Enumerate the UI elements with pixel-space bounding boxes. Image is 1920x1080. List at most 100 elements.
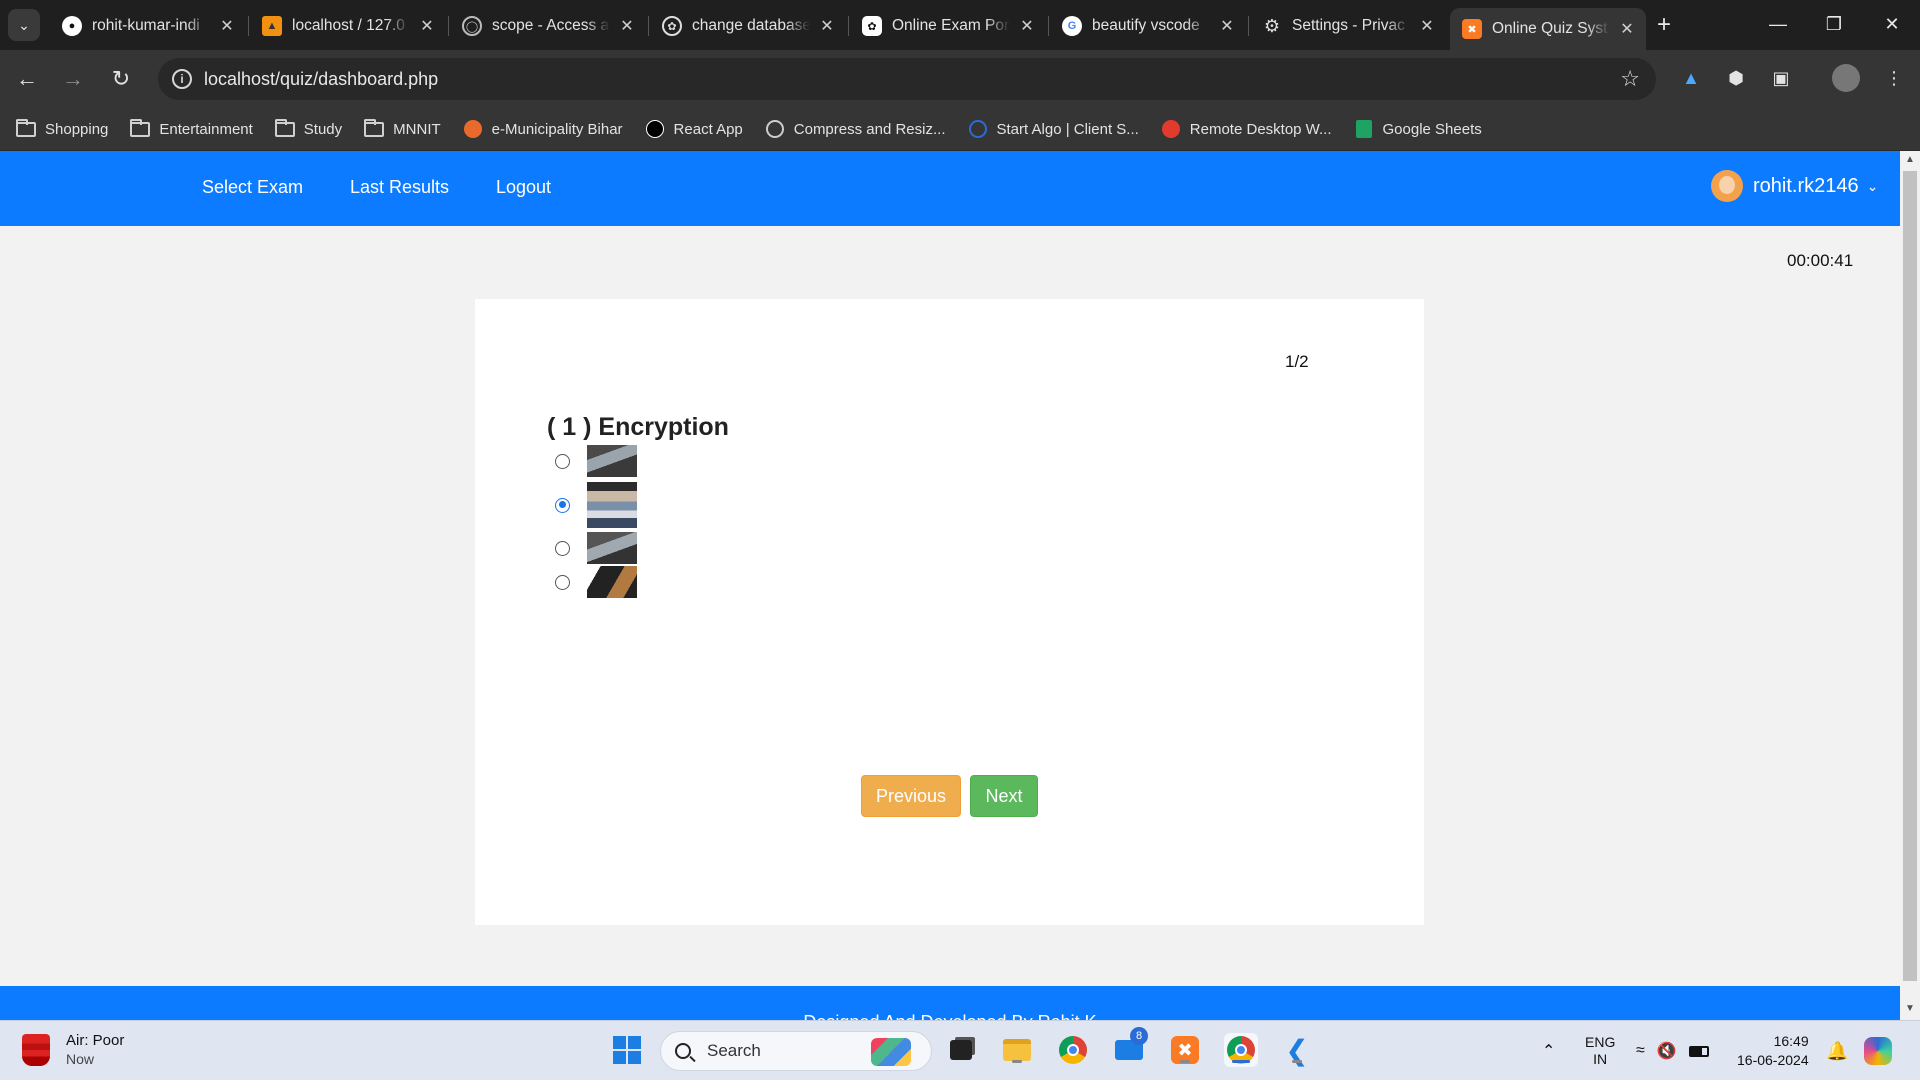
bookmark-remote-desktop[interactable]: Remote Desktop W... [1161, 120, 1332, 138]
next-button[interactable]: Next [970, 775, 1038, 817]
option-3[interactable] [555, 532, 637, 564]
new-tab-button[interactable]: + [1650, 12, 1678, 40]
github-icon: ● [62, 16, 82, 36]
close-tab-icon[interactable]: ✕ [618, 16, 636, 36]
back-button[interactable]: ← [12, 64, 42, 94]
tab-online-exam-portal[interactable]: ✿ Online Exam Por ✕ [850, 8, 1046, 44]
browser-toolbar: ← → ↻ i localhost/quiz/dashboard.php ☆ ▲… [0, 50, 1920, 108]
file-explorer-button[interactable] [1000, 1033, 1034, 1067]
scroll-down-icon[interactable]: ▼ [1905, 1003, 1915, 1014]
url-text[interactable]: localhost/quiz/dashboard.php [204, 69, 438, 90]
close-tab-icon[interactable]: ✕ [818, 16, 836, 36]
tab-title: Online Quiz Syst [1492, 20, 1608, 37]
tab-online-quiz-system[interactable]: ✖ Online Quiz Syst ✕ [1450, 8, 1646, 50]
windows-taskbar: Air: Poor Now Search 8 ✖ ❮ ⌃ ENG IN ≈ 🔇 … [0, 1020, 1920, 1080]
exam-timer: 00:00:41 [1787, 251, 1854, 270]
weather-title: Air: Poor [66, 1032, 125, 1049]
address-bar[interactable]: i localhost/quiz/dashboard.php ☆ [158, 58, 1656, 100]
page-scrollbar[interactable]: ▲ ▼ [1900, 151, 1920, 1020]
more-menu-icon[interactable]: ⋮ [1880, 64, 1908, 92]
bookmark-entertainment[interactable]: Entertainment [130, 118, 253, 138]
close-tab-icon[interactable]: ✕ [1618, 19, 1636, 39]
bookmark-study[interactable]: Study [274, 118, 342, 138]
translate-extension-icon[interactable]: ▲ [1677, 64, 1705, 92]
bookmark-compress[interactable]: Compress and Resiz... [765, 120, 946, 138]
bookmark-shopping[interactable]: Shopping [16, 118, 108, 138]
previous-button[interactable]: Previous [861, 775, 961, 817]
tab-beautify-vscode[interactable]: G beautify vscode ✕ [1050, 8, 1246, 44]
tab-change-database[interactable]: ✿ change database ✕ [650, 8, 846, 44]
gear-icon: ⚙ [1263, 15, 1281, 36]
close-tab-icon[interactable]: ✕ [1018, 16, 1036, 36]
tab-scope[interactable]: ◯ scope - Access a ✕ [450, 8, 646, 44]
bookmark-label: Start Algo | Client S... [996, 120, 1139, 138]
notifications-button[interactable]: 🔔 [1826, 1021, 1848, 1080]
scroll-up-icon[interactable]: ▲ [1905, 154, 1915, 165]
reload-button[interactable]: ↻ [106, 64, 136, 94]
option-radio[interactable] [555, 453, 570, 469]
vscode-button[interactable]: ❮ [1280, 1033, 1314, 1067]
option-2[interactable] [555, 482, 637, 528]
task-view-button[interactable] [944, 1033, 978, 1067]
option-4[interactable] [555, 566, 637, 598]
scrollbar-thumb[interactable] [1903, 171, 1917, 981]
tab-github[interactable]: ● rohit-kumar-indi ✕ [50, 8, 246, 44]
start-button[interactable] [610, 1033, 644, 1067]
close-tab-icon[interactable]: ✕ [418, 16, 436, 36]
bookmark-start-algo[interactable]: Start Algo | Client S... [968, 120, 1139, 138]
copilot-button[interactable] [1864, 1021, 1892, 1080]
globe-icon: ◯ [462, 16, 482, 36]
tab-title: scope - Access a [492, 17, 610, 34]
close-tab-icon[interactable]: ✕ [218, 16, 236, 36]
bookmarks-bar: Shopping Entertainment Study MNNIT e-Mun… [0, 108, 1920, 151]
bookmark-react-app[interactable]: React App [645, 120, 743, 138]
restore-button[interactable]: ❐ [1806, 0, 1862, 50]
search-icon [675, 1043, 691, 1059]
chrome-button[interactable] [1056, 1033, 1090, 1067]
show-hidden-icons[interactable]: ⌃ [1542, 1021, 1555, 1080]
system-tray-icons[interactable]: ≈ 🔇 [1636, 1021, 1709, 1080]
nav-logout[interactable]: Logout [496, 177, 551, 198]
clock-date: 16-06-2024 [1737, 1052, 1809, 1068]
task-view-icon [950, 1040, 972, 1060]
nav-select-exam[interactable]: Select Exam [202, 177, 303, 198]
profile-avatar-icon[interactable] [1832, 64, 1860, 92]
close-window-button[interactable]: ✕ [1864, 0, 1920, 50]
tab-title: change database [692, 17, 810, 34]
weather-widget[interactable]: Air: Poor Now [22, 1032, 124, 1067]
close-tab-icon[interactable]: ✕ [1218, 16, 1236, 36]
bookmark-google-sheets[interactable]: Google Sheets [1354, 120, 1482, 138]
close-tab-icon[interactable]: ✕ [1418, 16, 1436, 36]
language-indicator[interactable]: ENG IN [1585, 1021, 1615, 1080]
option-image [587, 566, 637, 598]
site-info-icon[interactable]: i [172, 69, 192, 89]
option-radio[interactable] [555, 540, 570, 556]
mail-button[interactable]: 8 [1112, 1027, 1148, 1067]
bookmark-mnnit[interactable]: MNNIT [364, 118, 441, 138]
folder-icon [1003, 1039, 1031, 1061]
user-menu[interactable]: rohit.rk2146 ⌄ [1711, 170, 1878, 202]
forward-button[interactable]: → [58, 64, 88, 94]
openai-icon: ✿ [662, 16, 682, 36]
bookmark-star-icon[interactable]: ☆ [1620, 66, 1640, 92]
cube-extension-icon[interactable]: ⬢ [1722, 64, 1750, 92]
option-radio[interactable] [555, 497, 570, 513]
tab-settings[interactable]: ⚙ Settings - Privac ✕ [1250, 8, 1446, 44]
tab-phpmyadmin[interactable]: ▲ localhost / 127.0 ✕ [250, 8, 446, 44]
option-radio[interactable] [555, 574, 570, 590]
taskbar-search[interactable]: Search [660, 1031, 932, 1071]
question-nav-buttons: Previous Next [861, 775, 1038, 817]
nav-last-results[interactable]: Last Results [350, 177, 449, 198]
minimize-button[interactable]: — [1750, 0, 1806, 50]
bookmark-e-municipality[interactable]: e-Municipality Bihar [463, 120, 623, 138]
chrome-profile-button[interactable] [1224, 1033, 1258, 1067]
tab-title: rohit-kumar-indi [92, 17, 200, 34]
option-1[interactable] [555, 445, 637, 477]
footer-text: Designed And Developed By Rohit K [803, 1012, 1096, 1020]
tab-search-button[interactable]: ⌄ [8, 9, 40, 41]
xampp-button[interactable]: ✖ [1168, 1033, 1202, 1067]
option-image [587, 445, 637, 477]
clock[interactable]: 16:49 16-06-2024 [1737, 1021, 1809, 1080]
extensions-puzzle-icon[interactable]: ▣ [1767, 64, 1795, 92]
search-placeholder: Search [707, 1041, 761, 1060]
